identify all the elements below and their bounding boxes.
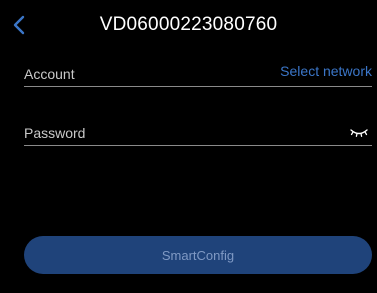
account-row: Select network bbox=[24, 60, 372, 87]
password-divider bbox=[24, 145, 372, 146]
toggle-password-visibility-button[interactable] bbox=[349, 125, 369, 139]
password-input[interactable] bbox=[24, 123, 264, 143]
eye-closed-icon bbox=[350, 129, 368, 137]
password-row bbox=[24, 119, 372, 146]
header-bar: VD06000223080760 bbox=[0, 0, 377, 48]
page-title: VD06000223080760 bbox=[99, 14, 278, 35]
account-input[interactable] bbox=[24, 64, 264, 84]
smartconfig-button[interactable]: SmartConfig bbox=[24, 236, 372, 274]
select-network-link[interactable]: Select network bbox=[280, 63, 372, 79]
account-divider bbox=[24, 86, 372, 87]
